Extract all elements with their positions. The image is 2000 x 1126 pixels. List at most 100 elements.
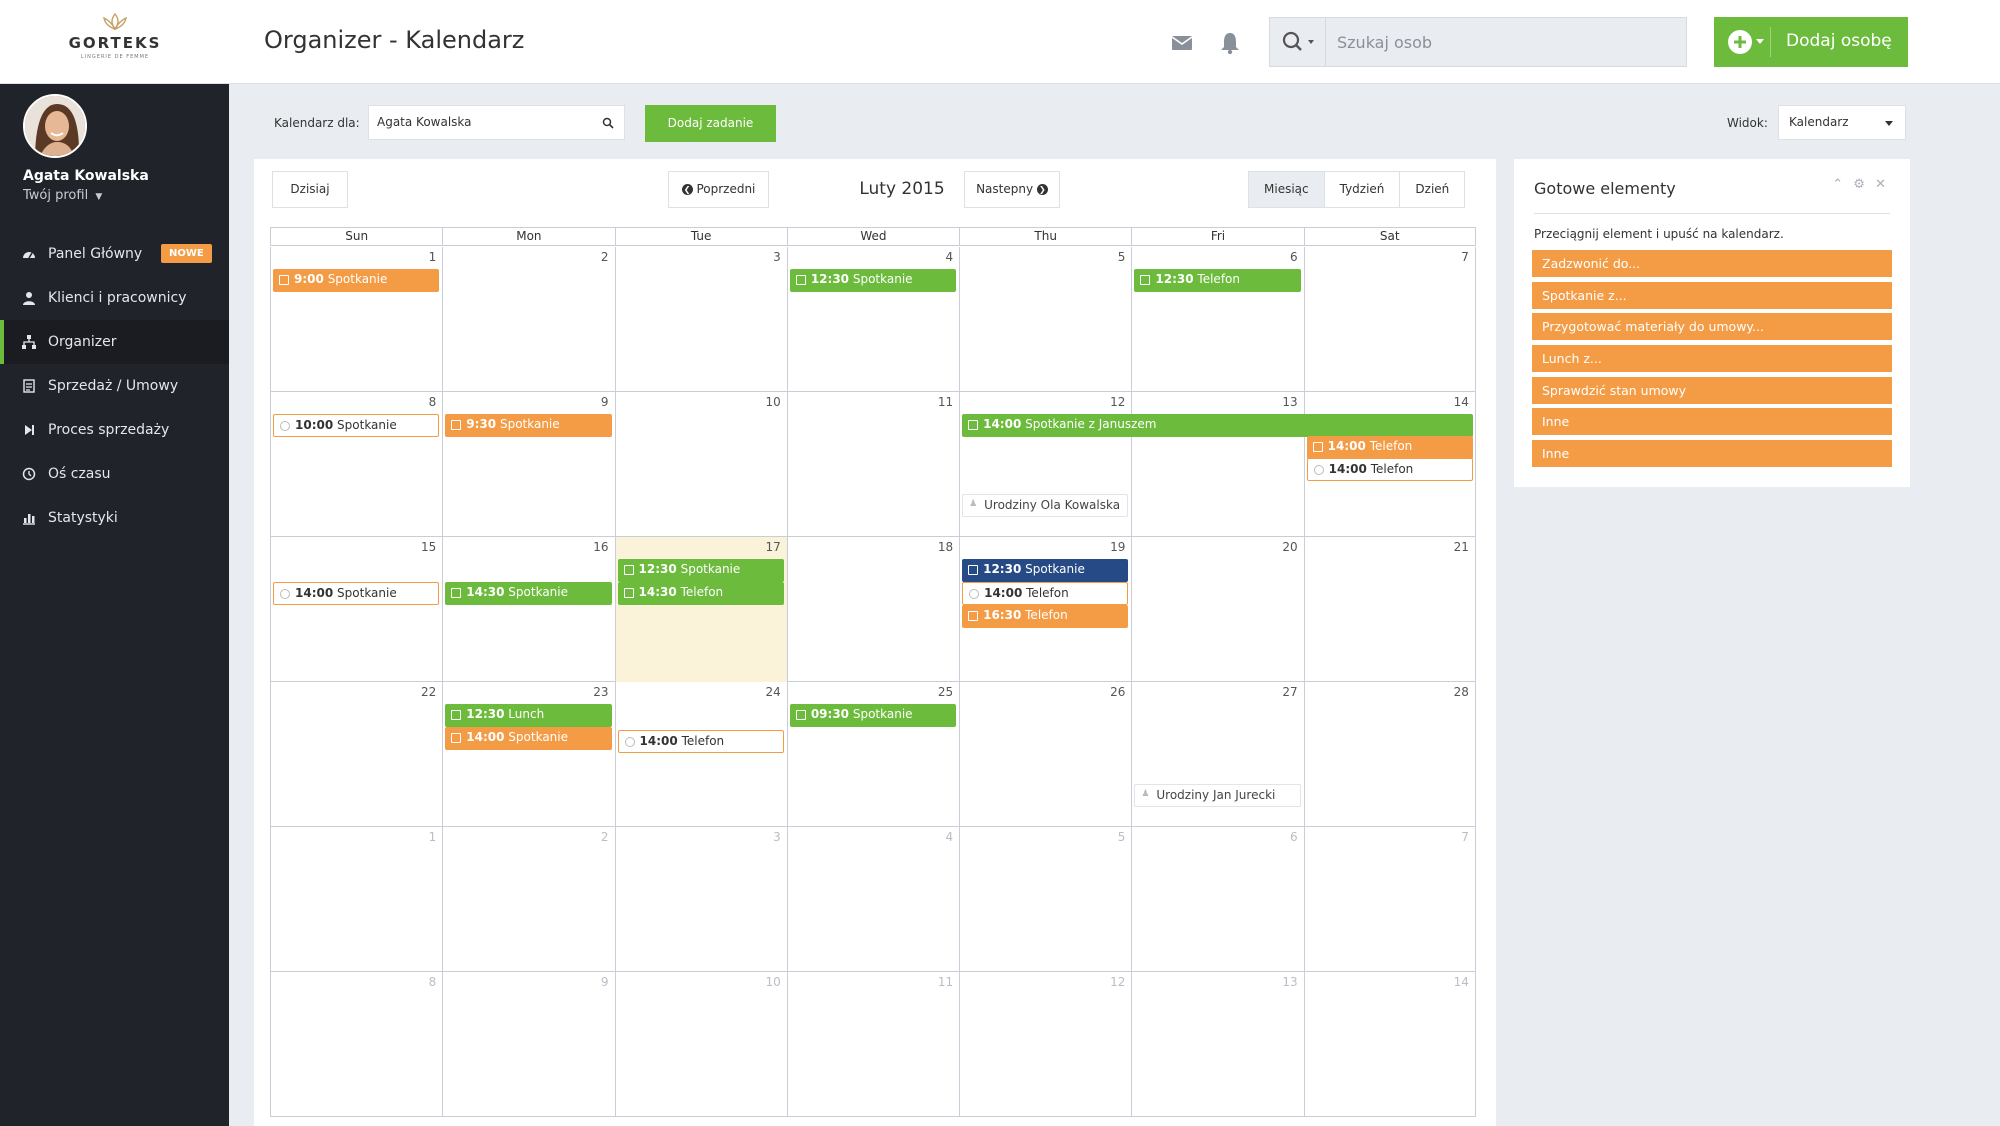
- calendar-day-cell[interactable]: 10: [614, 972, 787, 1117]
- calendar-event[interactable]: 12:30 Spotkanie: [789, 269, 957, 292]
- day-number: 4: [945, 250, 954, 264]
- sidebar-item-panel-glowny[interactable]: Panel Główny NOWE: [0, 232, 229, 276]
- add-person-label: Dodaj osobę: [1786, 31, 1892, 51]
- calendar-event[interactable]: 14:30 Telefon: [617, 582, 784, 605]
- calendar-day-cell[interactable]: 28: [1303, 682, 1476, 827]
- calendar-day-cell[interactable]: 18: [786, 537, 959, 682]
- calendar-day-cell[interactable]: 22: [270, 682, 442, 827]
- brand-tagline: LINGERIE DE FEMME: [80, 54, 150, 60]
- calendar-day-cell[interactable]: 2: [442, 247, 614, 392]
- prev-month-button[interactable]: ❮ Poprzedni: [668, 171, 769, 208]
- calendar-day-cell[interactable]: 24: [614, 682, 787, 827]
- ready-item[interactable]: Zadzwonić do...: [1532, 250, 1892, 277]
- calendar-day-cell[interactable]: 15: [270, 537, 442, 682]
- close-icon[interactable]: ✕: [1875, 177, 1886, 192]
- today-button[interactable]: Dzisiaj: [272, 171, 348, 208]
- sidebar-item-sprzedaz[interactable]: Sprzedaż / Umowy: [0, 364, 229, 408]
- calendar-event[interactable]: 14:00 Telefon: [1306, 436, 1473, 459]
- calendar-event[interactable]: 14:00 Telefon: [962, 582, 1129, 605]
- birthday-event[interactable]: ♟ Urodziny Ola Kowalska: [962, 494, 1129, 517]
- calendar-day-cell[interactable]: 11: [786, 392, 959, 537]
- people-search: [1269, 17, 1687, 67]
- view-select[interactable]: Kalendarz: [1778, 105, 1906, 140]
- event-time: 16:30: [983, 608, 1022, 622]
- day-number: 13: [1282, 395, 1298, 409]
- brand-logo[interactable]: GORTEKS LINGERIE DE FEMME: [60, 12, 170, 72]
- weekday-label: Sun: [270, 228, 442, 245]
- calendar-event[interactable]: 09:30 Spotkanie: [789, 704, 957, 727]
- event-title: Spotkanie: [508, 585, 568, 599]
- tab-week[interactable]: Tydzień: [1325, 172, 1401, 207]
- calendar-day-cell[interactable]: 12: [959, 972, 1131, 1117]
- calendar-event[interactable]: 14:00 Telefon: [617, 730, 784, 753]
- ready-item[interactable]: Lunch z...: [1532, 345, 1892, 373]
- calendar-event[interactable]: 14:00 Telefon: [1306, 458, 1473, 481]
- calendar-day-cell[interactable]: 5: [959, 247, 1131, 392]
- calendar-day-cell[interactable]: 7: [1303, 827, 1476, 972]
- bell-icon[interactable]: [1217, 30, 1243, 56]
- search-scope-dropdown[interactable]: [1270, 18, 1326, 66]
- calendar-event[interactable]: 10:00 Spotkanie: [273, 414, 440, 437]
- calendar-event[interactable]: 14:00 Spotkanie z Januszem: [962, 414, 1473, 437]
- calendar-event[interactable]: 14:00 Spotkanie: [273, 582, 440, 605]
- add-person-button[interactable]: Dodaj osobę: [1714, 17, 1908, 67]
- event-time: 14:00: [466, 730, 505, 744]
- wrench-icon[interactable]: ⚙: [1853, 177, 1865, 192]
- ready-item[interactable]: Inne: [1532, 408, 1892, 436]
- calendar-day-cell[interactable]: 5: [959, 827, 1131, 972]
- calendar-event[interactable]: 12:30 Spotkanie: [962, 559, 1129, 582]
- next-month-button[interactable]: Nastepny ❯: [964, 171, 1060, 208]
- sidebar-item-statystyki[interactable]: Statystyki: [0, 496, 229, 540]
- calendar-day-cell[interactable]: 14: [1303, 972, 1476, 1117]
- calendar-event[interactable]: 16:30 Telefon: [962, 605, 1129, 628]
- event-title: Spotkanie: [852, 707, 913, 721]
- calendar-event[interactable]: 12:30 Lunch: [445, 704, 612, 727]
- avatar[interactable]: [23, 94, 87, 158]
- day-number: 10: [765, 395, 781, 409]
- sidebar-item-os-czasu[interactable]: Oś czasu: [0, 452, 229, 496]
- profile-link[interactable]: Twój profil ▼: [23, 188, 102, 203]
- calendar-day-cell[interactable]: 3: [614, 827, 787, 972]
- calendar-day-cell[interactable]: 9: [442, 972, 614, 1117]
- calendar-day-cell[interactable]: 26: [959, 682, 1131, 827]
- sidebar-item-organizer[interactable]: Organizer: [0, 320, 229, 364]
- ready-item[interactable]: Przygotować materiały do umowy...: [1532, 313, 1892, 341]
- collapse-icon[interactable]: ⌃: [1832, 177, 1843, 192]
- search-input[interactable]: [1327, 18, 1686, 66]
- sidebar-item-proces[interactable]: Proces sprzedaży: [0, 408, 229, 452]
- ready-item[interactable]: Inne: [1532, 440, 1892, 468]
- calendar-day-cell[interactable]: 2: [442, 827, 614, 972]
- calendar-day-cell[interactable]: 6: [1131, 827, 1303, 972]
- day-number: 7: [1461, 830, 1469, 844]
- calendar-event[interactable]: 9:00 Spotkanie: [273, 269, 440, 292]
- birthday-event[interactable]: ♟ Urodziny Jan Jurecki: [1134, 784, 1301, 807]
- calendar-for-input[interactable]: Agata Kowalska: [368, 105, 625, 140]
- calendar-day-cell[interactable]: 16: [442, 537, 614, 682]
- calendar-day-cell[interactable]: 11: [786, 972, 959, 1117]
- envelope-icon[interactable]: [1169, 30, 1195, 56]
- calendar-day-cell[interactable]: 8: [270, 972, 442, 1117]
- sidebar-item-klienci[interactable]: Klienci i pracownicy: [0, 276, 229, 320]
- tab-day[interactable]: Dzień: [1400, 172, 1464, 207]
- lotus-icon: [103, 12, 127, 31]
- calendar-day-cell[interactable]: 21: [1303, 537, 1476, 682]
- calendar-event[interactable]: 12:30 Telefon: [1134, 269, 1301, 292]
- calendar-day-cell[interactable]: 1: [270, 827, 442, 972]
- calendar-day-cell[interactable]: 13: [1131, 972, 1303, 1117]
- calendar-day-cell[interactable]: 4: [786, 827, 959, 972]
- day-number: 13: [1282, 975, 1298, 989]
- calendar-day-cell[interactable]: 10: [614, 392, 787, 537]
- calendar-event[interactable]: 14:30 Spotkanie: [445, 582, 612, 605]
- calendar-day-cell[interactable]: 7: [1303, 247, 1476, 392]
- ready-item[interactable]: Sprawdzić stan umowy: [1532, 376, 1892, 404]
- add-task-button[interactable]: Dodaj zadanie: [645, 105, 776, 142]
- search-icon: [602, 117, 614, 129]
- calendar-event[interactable]: 9:30 Spotkanie: [445, 414, 612, 437]
- calendar-day-cell[interactable]: 20: [1131, 537, 1303, 682]
- calendar-event[interactable]: 14:00 Spotkanie: [445, 727, 612, 750]
- tab-month[interactable]: Miesiąc: [1249, 172, 1325, 207]
- calendar-event[interactable]: 12:30 Spotkanie: [617, 559, 784, 582]
- calendar-day-cell[interactable]: 3: [614, 247, 787, 392]
- ready-item[interactable]: Spotkanie z...: [1532, 281, 1892, 309]
- day-number: 3: [773, 250, 781, 264]
